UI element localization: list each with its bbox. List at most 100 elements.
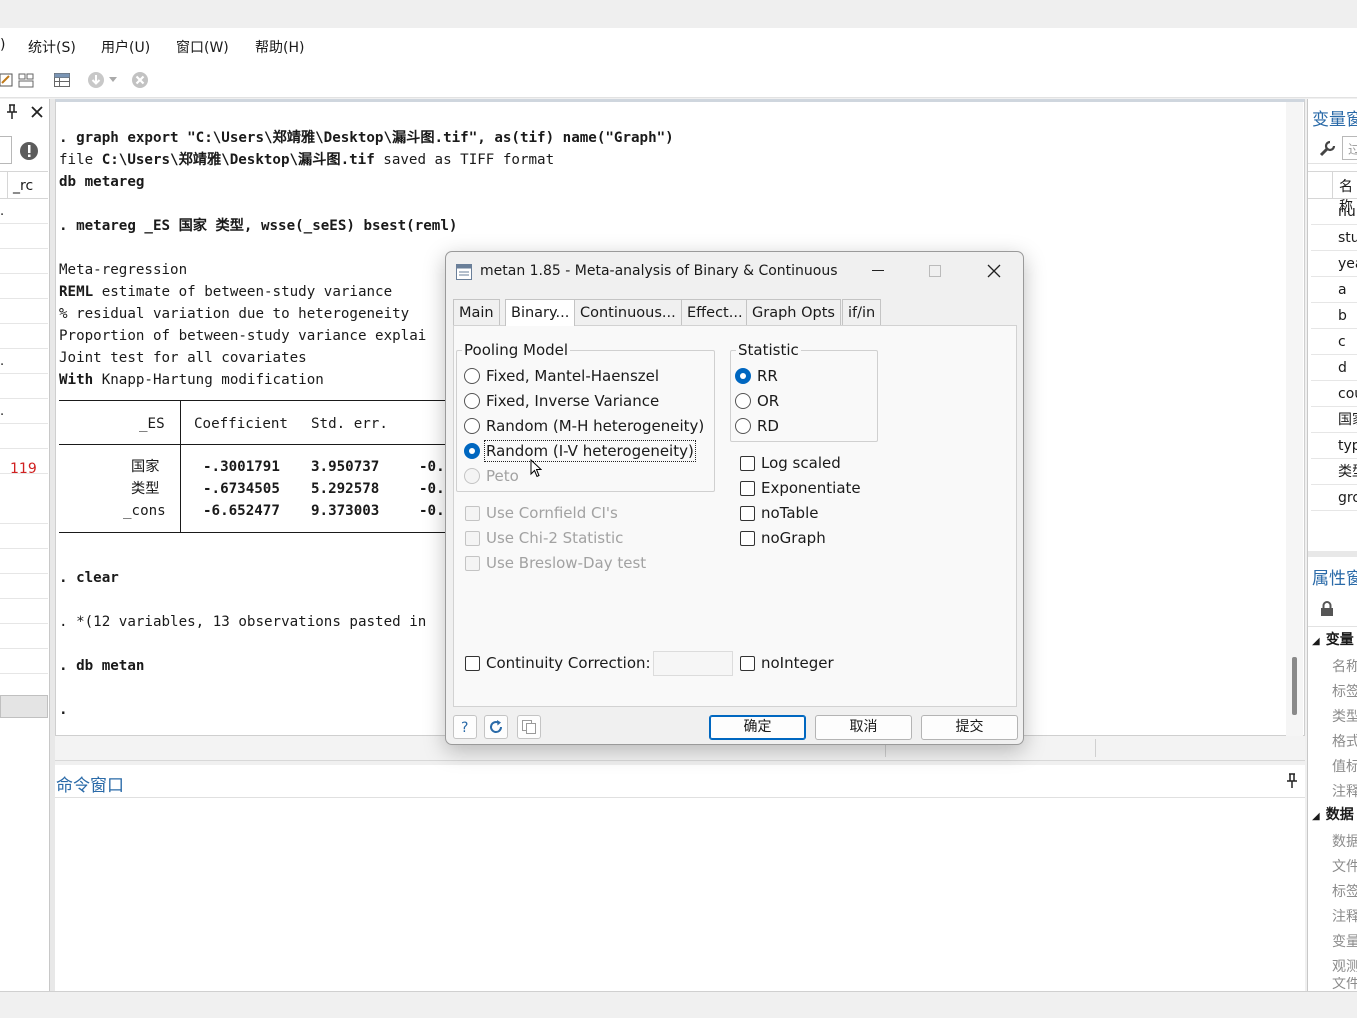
property-item[interactable]: 格式 [1311,730,1357,755]
radio-random-mh[interactable]: Random (M-H heterogeneity) [464,416,704,436]
results-line: Proportion of between-study variance exp… [59,328,427,344]
command-window-title: 命令窗口 [56,776,124,796]
variable-item[interactable]: typ [1311,433,1357,459]
menu-item-user[interactable]: 用户(U) [101,37,150,57]
property-item[interactable]: 标签 [1311,680,1357,705]
results-vertical-scrollbar[interactable] [1286,102,1303,736]
wrench-icon[interactable] [1318,140,1336,162]
tab-main[interactable]: Main [453,299,500,325]
left-row[interactable] [0,224,48,249]
checkbox-nograph[interactable]: noGraph [740,528,826,548]
checkbox-notable[interactable]: noTable [740,503,818,523]
left-row[interactable] [0,524,48,549]
left-row[interactable] [0,624,48,649]
property-item[interactable]: 注释 [1311,780,1357,805]
left-row[interactable] [0,574,48,599]
property-item[interactable]: 标签 [1311,880,1357,905]
submit-button[interactable]: 提交 [921,715,1018,740]
left-row[interactable] [0,549,48,574]
property-item[interactable]: 值标 [1311,755,1357,780]
checkbox-log-scaled[interactable]: Log scaled [740,453,841,473]
variable-item[interactable]: 国家 [1311,407,1357,433]
pin-icon[interactable] [1286,773,1298,793]
left-row[interactable] [0,299,48,324]
variable-item[interactable]: a [1311,277,1357,303]
left-row[interactable]: . [0,349,48,374]
reset-button[interactable] [484,715,508,739]
variable-item[interactable]: 类型 [1311,459,1357,485]
property-item[interactable]: 文件 [1311,977,1357,991]
radio-random-iv[interactable]: Random (I-V heterogeneity) [464,440,696,462]
ok-button[interactable]: 确定 [709,715,806,740]
results-line: . [59,702,68,718]
property-item[interactable]: 注释 [1311,905,1357,930]
pin-icon[interactable] [6,104,18,124]
property-item[interactable]: 数据 [1311,830,1357,855]
radio-fixed-iv[interactable]: Fixed, Inverse Variance [464,391,659,411]
tab-effect[interactable]: Effect... [681,299,749,325]
tab-continuous[interactable]: Continuous... [574,299,682,325]
left-row[interactable] [0,424,48,449]
right-splitter[interactable] [1308,551,1357,557]
table-header-se: Std. err. [311,416,388,432]
left-row[interactable]: . [0,399,48,424]
data-editor-icon[interactable] [50,68,74,92]
variable-item[interactable]: yea [1311,251,1357,277]
table-rule [59,444,459,445]
variables-search-input[interactable]: 过 [1342,136,1357,160]
left-row[interactable]: . [0,199,48,224]
help-button[interactable]: ? [453,715,477,739]
dropdown-arrow-icon[interactable] [106,68,120,92]
filter-box[interactable] [0,136,12,164]
left-panel-header [0,103,48,127]
property-item[interactable]: 变量 [1311,930,1357,955]
left-row[interactable] [0,274,48,299]
variable-item[interactable]: gro [1311,485,1357,511]
left-row[interactable] [0,374,48,399]
menu-item-truncated[interactable]: ) [0,37,5,53]
tab-graph-opts[interactable]: Graph Opts [746,299,841,325]
left-row[interactable] [0,324,48,349]
left-row[interactable] [0,249,48,274]
break-icon[interactable] [128,68,152,92]
radio-rd[interactable]: RD [735,416,779,436]
copy-command-button[interactable] [517,715,541,739]
menu-item-help[interactable]: 帮助(H) [255,37,304,57]
variable-item[interactable]: stu [1311,225,1357,251]
left-row-selected[interactable] [0,695,48,718]
left-row[interactable] [0,599,48,624]
scrollbar-thumb[interactable] [1292,657,1297,715]
properties-section-data[interactable]: ◢ 数据 [1312,804,1354,824]
checkbox-nointeger[interactable]: noInteger [740,653,834,673]
radio-or[interactable]: OR [735,391,779,411]
variable-item[interactable]: b [1311,303,1357,329]
variable-item[interactable]: cou [1311,381,1357,407]
left-row[interactable] [0,649,48,674]
alert-icon [19,141,39,165]
properties-section-variable[interactable]: ◢ 变量 [1312,629,1354,649]
radio-rr[interactable]: RR [735,366,778,386]
checkbox-exponentiate[interactable]: Exponentiate [740,478,861,498]
variable-item[interactable]: nur [1311,199,1357,225]
property-item[interactable]: 名称 [1311,655,1357,680]
left-panel: _rc . . . 119 [0,99,50,991]
browse-icon[interactable] [14,68,38,92]
more-icon[interactable] [84,68,108,92]
command-input[interactable] [55,799,1305,991]
checkbox-continuity-correction[interactable]: Continuity Correction: [465,653,651,673]
close-button[interactable] [974,256,1014,286]
left-row[interactable] [0,499,48,524]
property-item[interactable]: 类型 [1311,705,1357,730]
tab-if-in[interactable]: if/in [842,299,882,325]
variable-item[interactable]: c [1311,329,1357,355]
menu-item-statistics[interactable]: 统计(S) [28,37,76,57]
lock-icon[interactable] [1320,601,1334,621]
menu-item-window[interactable]: 窗口(W) [176,37,229,57]
close-icon[interactable] [30,103,44,123]
variable-item[interactable]: d [1311,355,1357,381]
tab-binary[interactable]: Binary... [505,299,576,326]
cancel-button[interactable]: 取消 [815,715,912,740]
radio-fixed-mh[interactable]: Fixed, Mantel-Haenszel [464,366,659,386]
minimize-button[interactable] [858,256,898,286]
property-item[interactable]: 文件 [1311,855,1357,880]
